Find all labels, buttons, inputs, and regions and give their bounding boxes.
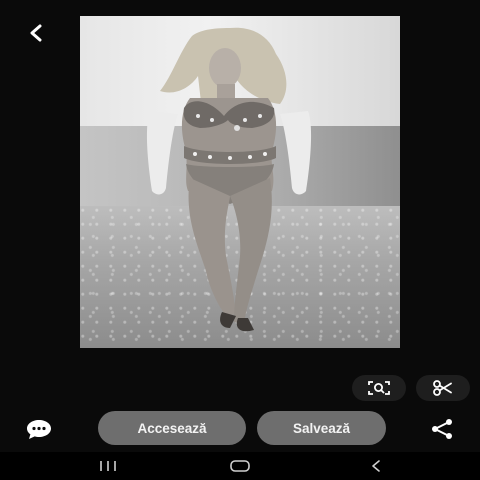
share-button[interactable] — [428, 416, 456, 442]
recents-button[interactable] — [88, 456, 128, 476]
nav-back-icon — [372, 460, 380, 472]
recents-icon — [100, 461, 116, 471]
chevron-left-icon — [30, 24, 42, 42]
comment-icon — [27, 420, 51, 439]
visual-search-icon — [368, 381, 390, 395]
system-back-button[interactable] — [356, 456, 396, 476]
visit-button[interactable]: Accesează — [98, 411, 246, 445]
model-figure — [146, 27, 312, 332]
home-button[interactable] — [220, 456, 260, 476]
comment-button[interactable] — [24, 416, 54, 442]
pin-image[interactable] — [80, 16, 400, 348]
home-icon — [230, 460, 250, 472]
scissors-icon — [433, 380, 452, 396]
share-icon — [432, 419, 452, 439]
pin-action-bar: Accesează Salvează — [0, 408, 480, 450]
system-navigation-bar — [0, 452, 480, 480]
save-button[interactable]: Salvează — [257, 411, 386, 445]
visual-search-button[interactable] — [352, 375, 406, 401]
cut-out-button[interactable] — [416, 375, 470, 401]
back-button[interactable] — [22, 20, 50, 46]
